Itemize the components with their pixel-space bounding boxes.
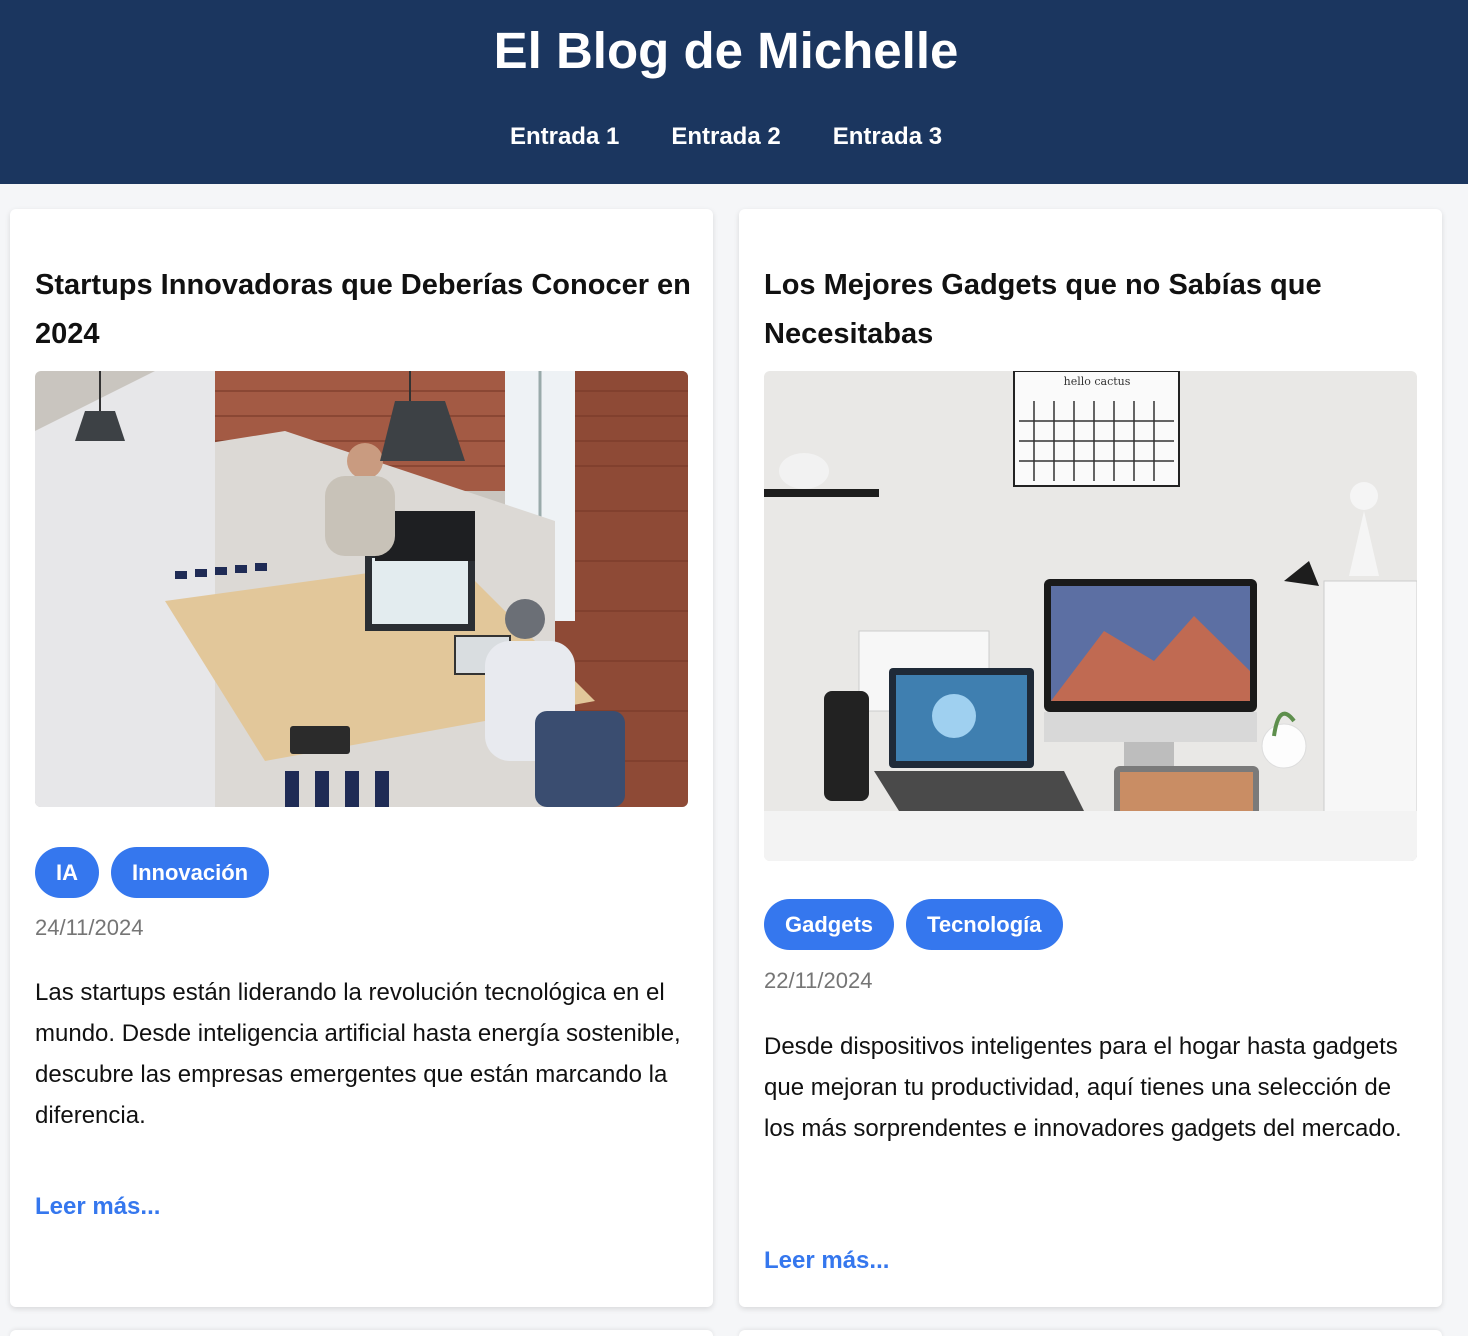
poster-text: hello cactus: [1064, 375, 1131, 388]
nav-link-entrada-1[interactable]: Entrada 1: [510, 120, 619, 154]
post-excerpt: Las startups están liderando la revoluci…: [35, 979, 681, 1129]
post-card-3-edge: [10, 1330, 713, 1336]
tag-innovacion[interactable]: Innovación: [111, 847, 270, 898]
tag-ia[interactable]: IA: [35, 847, 99, 898]
post-card-4-edge: [739, 1330, 1442, 1336]
post-title: Startups Innovadoras que Deberías Conoce…: [35, 269, 691, 350]
tag-gadgets[interactable]: Gadgets: [764, 899, 895, 950]
tag-tecnologia[interactable]: Tecnología: [906, 899, 1063, 950]
read-more-link[interactable]: Leer más...: [764, 1245, 889, 1277]
post-tags: IA Innovación: [35, 847, 270, 898]
post-date: 24/11/2024: [35, 915, 144, 940]
main-nav: Entrada 1 Entrada 2 Entrada 3: [0, 120, 1452, 154]
post-date: 22/11/2024: [764, 968, 873, 993]
post-excerpt: Desde dispositivos inteligentes para el …: [764, 1033, 1402, 1142]
post-tags: Gadgets Tecnología: [764, 899, 1063, 950]
post-title: Los Mejores Gadgets que no Sabías que Ne…: [764, 269, 1322, 350]
post-image-office: [35, 371, 688, 807]
site-header: El Blog de Michelle Entrada 1 Entrada 2 …: [0, 0, 1468, 184]
post-card-2: Los Mejores Gadgets que no Sabías que Ne…: [739, 209, 1442, 1307]
post-image-desk: hello cactus: [764, 371, 1417, 861]
site-title: El Blog de Michelle: [493, 22, 959, 79]
read-more-link[interactable]: Leer más...: [35, 1191, 160, 1223]
post-card-1: Startups Innovadoras que Deberías Conoce…: [10, 209, 713, 1307]
nav-link-entrada-3[interactable]: Entrada 3: [833, 120, 942, 154]
nav-link-entrada-2[interactable]: Entrada 2: [671, 120, 780, 154]
desk-gadgets-photo-icon: hello cactus: [764, 371, 1417, 861]
office-coworking-photo-icon: [35, 371, 688, 807]
